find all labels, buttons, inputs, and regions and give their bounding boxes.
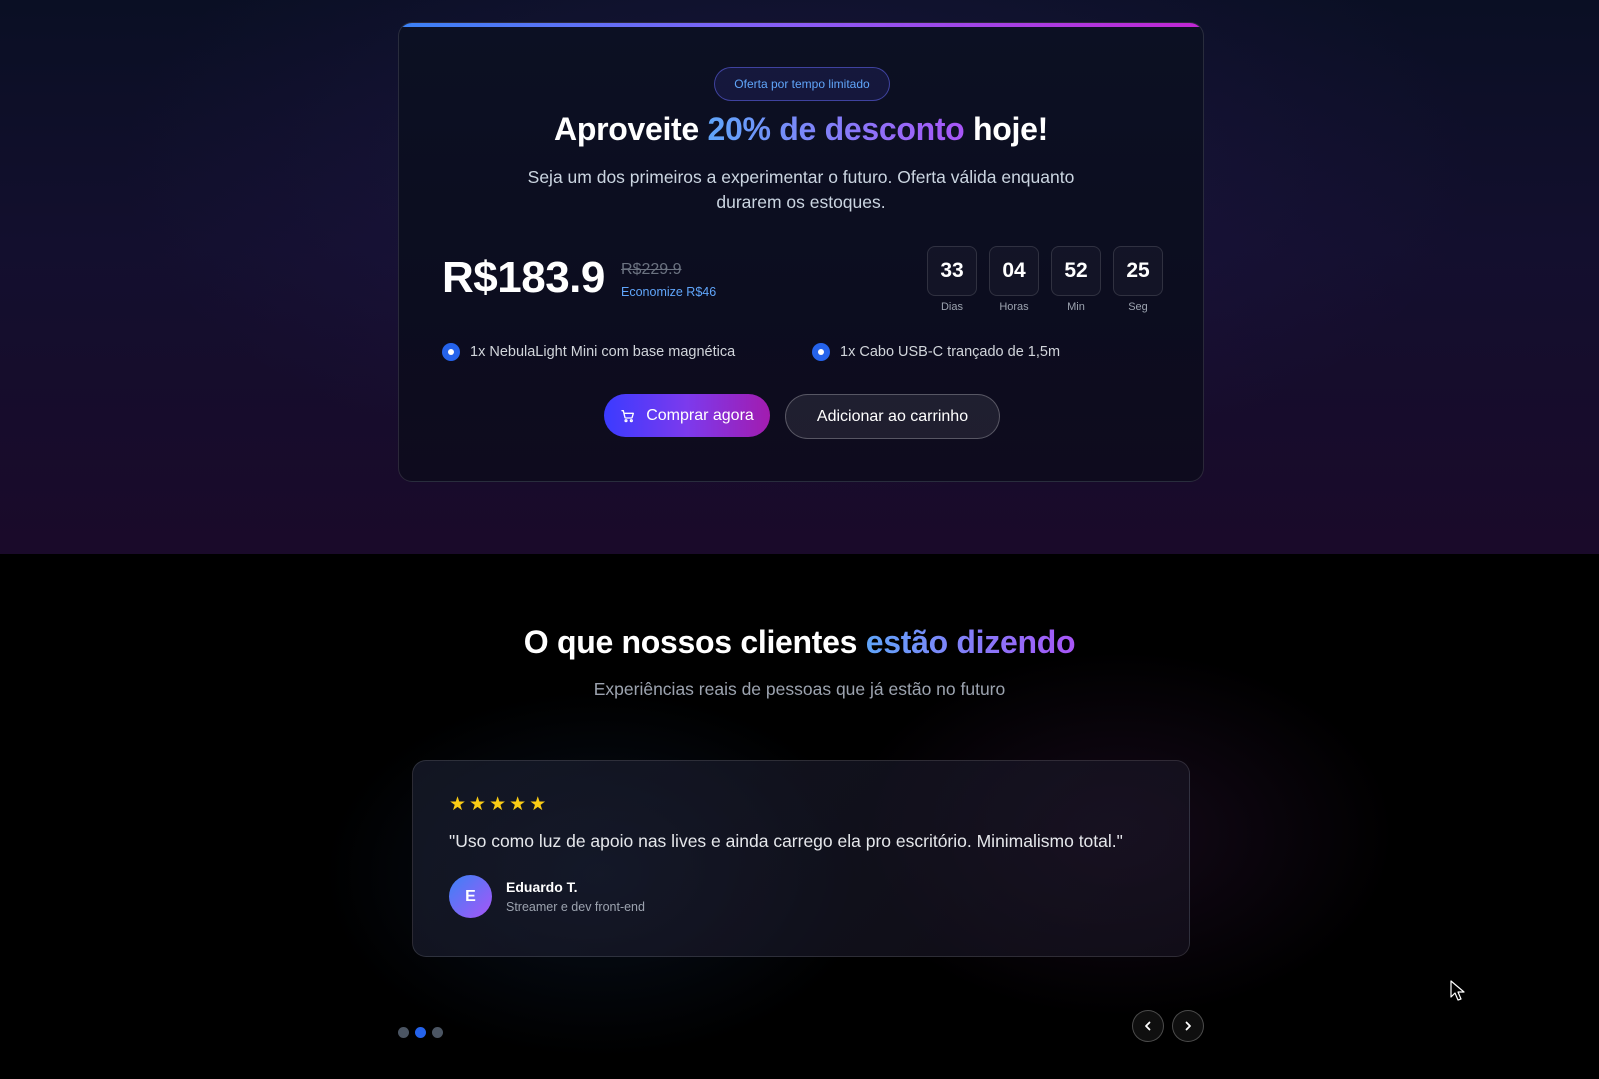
card-accent-bar	[399, 23, 1203, 27]
carousel-prev-button[interactable]	[1132, 1010, 1164, 1042]
star-icon: ★	[449, 794, 467, 815]
carousel-dot[interactable]	[398, 1027, 409, 1038]
feature-label: 1x NebulaLight Mini com base magnética	[470, 344, 736, 360]
add-to-cart-button[interactable]: Adicionar ao carrinho	[785, 394, 1000, 439]
offer-section: Oferta por tempo limitado Aproveite 20% …	[0, 0, 1599, 554]
countdown-days-value: 33	[927, 246, 977, 296]
countdown-timer: 33 Dias 04 Horas 52 Min 25 Seg	[927, 246, 1163, 313]
check-bullet-icon	[812, 343, 830, 361]
countdown-seconds: 25 Seg	[1113, 246, 1163, 313]
star-rating: ★ ★ ★ ★ ★	[449, 795, 546, 815]
testimonials-title: O que nossos clientes estão dizendo	[0, 624, 1599, 661]
mouse-cursor-icon	[1450, 980, 1465, 1001]
feature-label: 1x Cabo USB-C trançado de 1,5m	[840, 344, 1061, 360]
carousel-dot[interactable]	[432, 1027, 443, 1038]
buy-now-button[interactable]: Comprar agora	[604, 394, 770, 437]
star-icon: ★	[489, 794, 507, 815]
author-name: Eduardo T.	[506, 879, 578, 895]
carousel-dot-active[interactable]	[415, 1027, 426, 1038]
countdown-days: 33 Dias	[927, 246, 977, 313]
star-icon: ★	[469, 794, 487, 815]
countdown-hours-label: Horas	[999, 301, 1029, 313]
testimonials-title-prefix: O que nossos clientes	[523, 624, 866, 660]
countdown-hours-value: 04	[989, 246, 1039, 296]
offer-card: Oferta por tempo limitado Aproveite 20% …	[398, 22, 1204, 482]
star-icon: ★	[529, 794, 547, 815]
testimonial-card: ★ ★ ★ ★ ★ "Uso como luz de apoio nas liv…	[412, 760, 1190, 957]
offer-subtitle: Seja um dos primeiros a experimentar o f…	[527, 167, 1075, 212]
check-bullet-icon	[442, 343, 460, 361]
testimonials-title-highlight: estão dizendo	[865, 624, 1076, 660]
countdown-seconds-label: Seg	[1128, 301, 1148, 313]
countdown-minutes: 52 Min	[1051, 246, 1101, 313]
testimonial-quote: "Uso como luz de apoio nas lives e ainda…	[449, 831, 1123, 851]
buy-now-label: Comprar agora	[646, 406, 754, 424]
shopping-cart-icon	[621, 409, 635, 422]
feature-item: 1x Cabo USB-C trançado de 1,5m	[812, 343, 1060, 361]
carousel-next-button[interactable]	[1172, 1010, 1204, 1042]
offer-title-suffix: hoje!	[964, 111, 1048, 147]
current-price: R$183.9	[442, 253, 605, 302]
chevron-right-icon	[1185, 1021, 1191, 1031]
offer-title: Aproveite 20% de desconto hoje!	[399, 111, 1203, 148]
carousel-pagination	[398, 1027, 443, 1038]
countdown-minutes-label: Min	[1067, 301, 1085, 313]
countdown-days-label: Dias	[940, 301, 963, 313]
savings-text: Economize R$46	[621, 285, 717, 299]
feature-item: 1x NebulaLight Mini com base magnética	[442, 343, 735, 361]
offer-title-prefix: Aproveite	[554, 111, 708, 147]
author-role: Streamer e dev front-end	[506, 900, 645, 914]
testimonials-section: O que nossos clientes estão dizendo Expe…	[0, 554, 1599, 1079]
limited-offer-badge: Oferta por tempo limitado	[714, 67, 890, 101]
chevron-left-icon	[1145, 1021, 1151, 1031]
old-price: R$229.9	[621, 261, 682, 278]
avatar: E	[449, 875, 492, 918]
countdown-minutes-value: 52	[1051, 246, 1101, 296]
testimonials-subtitle: Experiências reais de pessoas que já est…	[593, 679, 1006, 699]
add-to-cart-label: Adicionar ao carrinho	[816, 407, 969, 425]
countdown-seconds-value: 25	[1113, 246, 1163, 296]
star-icon: ★	[509, 794, 527, 815]
offer-title-highlight: 20% de desconto	[707, 111, 965, 147]
countdown-hours: 04 Horas	[989, 246, 1039, 313]
